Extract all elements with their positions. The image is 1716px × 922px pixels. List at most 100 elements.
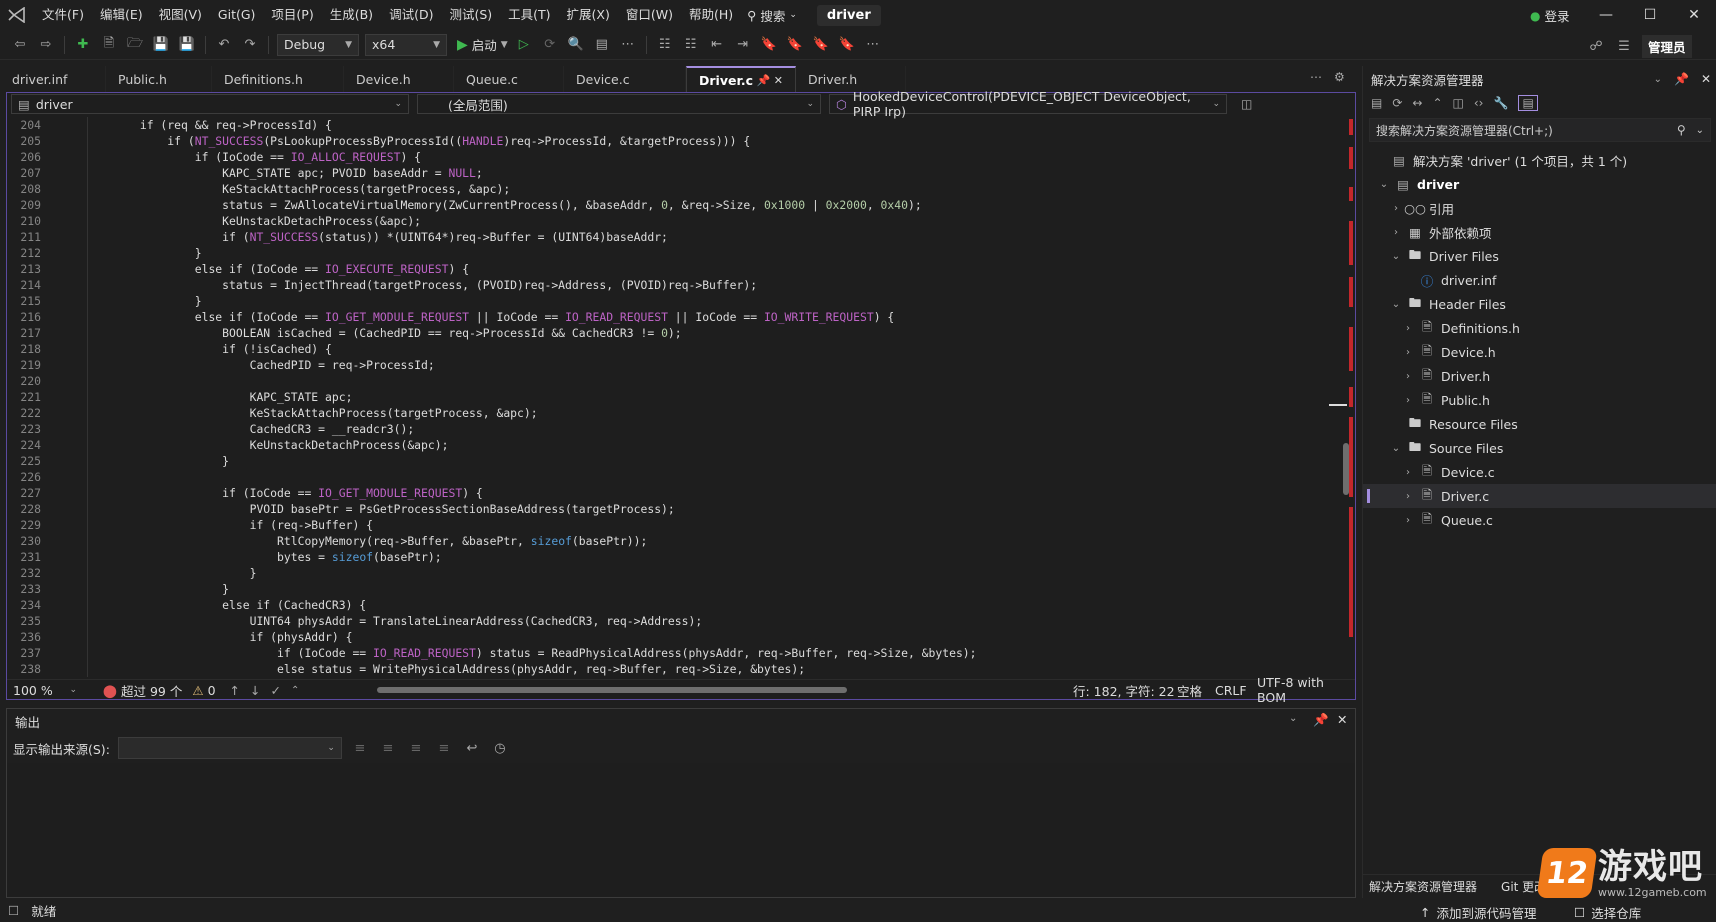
code-line[interactable]: 217 BOOLEAN isCached = (CachedPID == req…: [7, 325, 1343, 341]
cursor-position[interactable]: 行: 182, 字符: 22: [1073, 681, 1175, 700]
code-line[interactable]: 210 KeUnstackDetachProcess(&apc);: [7, 213, 1343, 229]
menu-debug[interactable]: 调试(D): [381, 0, 441, 30]
tab-driver-c[interactable]: Driver.c 📌 ✕: [686, 66, 796, 92]
code-line[interactable]: 233 }: [7, 581, 1343, 597]
menu-build[interactable]: 生成(B): [322, 0, 381, 30]
preview-icon[interactable]: ▤: [1518, 95, 1538, 111]
zoom-dropdown[interactable]: 100 % ⌄: [7, 683, 83, 698]
warning-count-button[interactable]: ⚠ 0: [192, 683, 215, 698]
tree-item[interactable]: ⌄ 🖿 Header Files: [1363, 292, 1716, 316]
pin-icon[interactable]: 📌: [1674, 72, 1689, 86]
code-line[interactable]: 209 status = ZwAllocateVirtualMemory(ZwC…: [7, 197, 1343, 213]
project-dropdown[interactable]: ▤ driver ⌄: [11, 94, 409, 114]
menu-project[interactable]: 项目(P): [263, 0, 321, 30]
chevron-down-icon[interactable]: ⌄: [1389, 299, 1403, 310]
more-icon[interactable]: ⋯: [863, 35, 883, 55]
tree-project-node[interactable]: ⌄ ▤ driver: [1363, 172, 1716, 196]
code-line[interactable]: 219 CachedPID = req->ProcessId;: [7, 357, 1343, 373]
chevron-down-icon[interactable]: ⌄: [1389, 251, 1403, 262]
code-line[interactable]: 228 PVOID basePtr = PsGetProcessSectionB…: [7, 501, 1343, 517]
tab-overflow-icon[interactable]: ⋯: [1310, 70, 1322, 84]
chevron-up-icon[interactable]: ⌃: [291, 685, 299, 696]
code-line[interactable]: 211 if (NT_SUCCESS(status)) *(UINT64*)re…: [7, 229, 1343, 245]
code-line[interactable]: 204 if (req && req->ProcessId) {: [7, 117, 1343, 133]
menu-view[interactable]: 视图(V): [151, 0, 210, 30]
comment-icon[interactable]: ☷: [655, 35, 675, 55]
new-file-icon[interactable]: 🗎: [99, 35, 119, 55]
close-icon[interactable]: ✕: [1701, 72, 1711, 86]
open-folder-icon[interactable]: 🗁: [125, 35, 145, 55]
settings-gear-icon[interactable]: ⚙: [1334, 70, 1345, 84]
timestamp-icon[interactable]: ◷: [490, 738, 510, 758]
clear-bookmarks-icon[interactable]: 🔖: [837, 35, 857, 55]
tab-public-h[interactable]: Public.h: [106, 66, 212, 92]
code-line[interactable]: 213 else if (IoCode == IO_EXECUTE_REQUES…: [7, 261, 1343, 277]
clear-all-icon[interactable]: ≡: [434, 738, 454, 758]
menu-extensions[interactable]: 扩展(X): [559, 0, 618, 30]
start-without-debugging-icon[interactable]: ▷: [514, 35, 534, 55]
tree-item[interactable]: ⌄ 🖿 Driver Files: [1363, 244, 1716, 268]
output-source-select[interactable]: ⌄: [117, 737, 342, 759]
properties-wrench-icon[interactable]: 🔧: [1493, 96, 1508, 110]
code-line[interactable]: 236 if (physAddr) {: [7, 629, 1343, 645]
code-line[interactable]: 231 bytes = sizeof(basePtr);: [7, 549, 1343, 565]
menu-file[interactable]: 文件(F): [34, 0, 92, 30]
more-icon[interactable]: ⋯: [618, 35, 638, 55]
code-line[interactable]: 235 UINT64 physAddr = TranslateLinearAdd…: [7, 613, 1343, 629]
bookmark-icon[interactable]: 🔖: [759, 35, 779, 55]
minimize-button[interactable]: —: [1584, 0, 1628, 30]
menu-window[interactable]: 窗口(W): [618, 0, 681, 30]
code-line[interactable]: 227 if (IoCode == IO_GET_MODULE_REQUEST)…: [7, 485, 1343, 501]
word-wrap-icon[interactable]: ↩: [462, 738, 482, 758]
tree-item-selected[interactable]: › 🗎 Driver.c: [1363, 484, 1716, 508]
save-all-icon[interactable]: 💾: [177, 35, 197, 55]
prev-bookmark-icon[interactable]: 🔖: [785, 35, 805, 55]
output-window-icon[interactable]: ▤: [592, 35, 612, 55]
maximize-button[interactable]: ☐: [1628, 0, 1672, 30]
outdent-icon[interactable]: ⇤: [707, 35, 727, 55]
chevron-down-icon[interactable]: ⌄: [1389, 443, 1403, 454]
chevron-right-icon[interactable]: ›: [1401, 491, 1415, 502]
platform-select[interactable]: x64 ▼: [365, 33, 447, 56]
code-line[interactable]: 224 KeUnstackDetachProcess(&apc);: [7, 437, 1343, 453]
chevron-down-icon[interactable]: ⌄: [1377, 179, 1391, 190]
new-project-icon[interactable]: ✚: [73, 35, 93, 55]
menu-edit[interactable]: 编辑(E): [92, 0, 151, 30]
code-line[interactable]: 216 else if (IoCode == IO_GET_MODULE_REQ…: [7, 309, 1343, 325]
tab-device-c[interactable]: Device.c: [564, 66, 686, 92]
back-icon[interactable]: ⇦: [10, 35, 30, 55]
show-all-files-icon[interactable]: ◫: [1453, 96, 1464, 110]
pin-icon[interactable]: 📌: [757, 74, 771, 87]
tab-queue-c[interactable]: Queue.c: [454, 66, 564, 92]
tree-item[interactable]: › 🗎 Device.h: [1363, 340, 1716, 364]
code-view-icon[interactable]: ‹›: [1474, 96, 1484, 110]
code-line[interactable]: 218 if (!isCached) {: [7, 341, 1343, 357]
code-line[interactable]: 212 }: [7, 245, 1343, 261]
code-line[interactable]: 222 KeStackAttachProcess(targetProcess, …: [7, 405, 1343, 421]
code-line[interactable]: 226: [7, 469, 1343, 485]
tree-item[interactable]: › 🗎 Queue.c: [1363, 508, 1716, 532]
chevron-right-icon[interactable]: ›: [1401, 467, 1415, 478]
vertical-scrollbar[interactable]: [1329, 117, 1355, 677]
start-debugging-button[interactable]: ▶ 启动 ▼: [457, 35, 508, 54]
prev-issue-icon[interactable]: ↑: [230, 683, 240, 698]
split-editor-icon[interactable]: ◫: [1241, 97, 1252, 111]
menu-test[interactable]: 测试(S): [441, 0, 500, 30]
tree-solution-node[interactable]: ▤ 解决方案 'driver' (1 个项目，共 1 个): [1363, 148, 1716, 172]
chevron-right-icon[interactable]: ›: [1401, 371, 1415, 382]
tree-item[interactable]: › 🗎 Device.c: [1363, 460, 1716, 484]
chevron-right-icon[interactable]: ›: [1389, 227, 1403, 238]
error-count-button[interactable]: ⬤ 超过 99 个: [103, 681, 182, 700]
next-message-icon[interactable]: ≡: [406, 738, 426, 758]
chevron-right-icon[interactable]: ›: [1401, 347, 1415, 358]
solution-search-input[interactable]: 搜索解决方案资源管理器(Ctrl+;) ⚲ ⌄: [1369, 118, 1711, 142]
code-line[interactable]: 208 KeStackAttachProcess(targetProcess, …: [7, 181, 1343, 197]
code-cleanup-icon[interactable]: ✓: [271, 683, 281, 698]
tree-item[interactable]: ⓘ driver.inf: [1363, 268, 1716, 292]
code-line[interactable]: 214 status = InjectThread(targetProcess,…: [7, 277, 1343, 293]
code-line[interactable]: 232 }: [7, 565, 1343, 581]
horizontal-scroll-thumb[interactable]: [377, 687, 847, 693]
tree-item[interactable]: › 🗎 Definitions.h: [1363, 316, 1716, 340]
forward-icon[interactable]: ⇨: [36, 35, 56, 55]
live-share-icon[interactable]: ☍: [1586, 37, 1606, 57]
